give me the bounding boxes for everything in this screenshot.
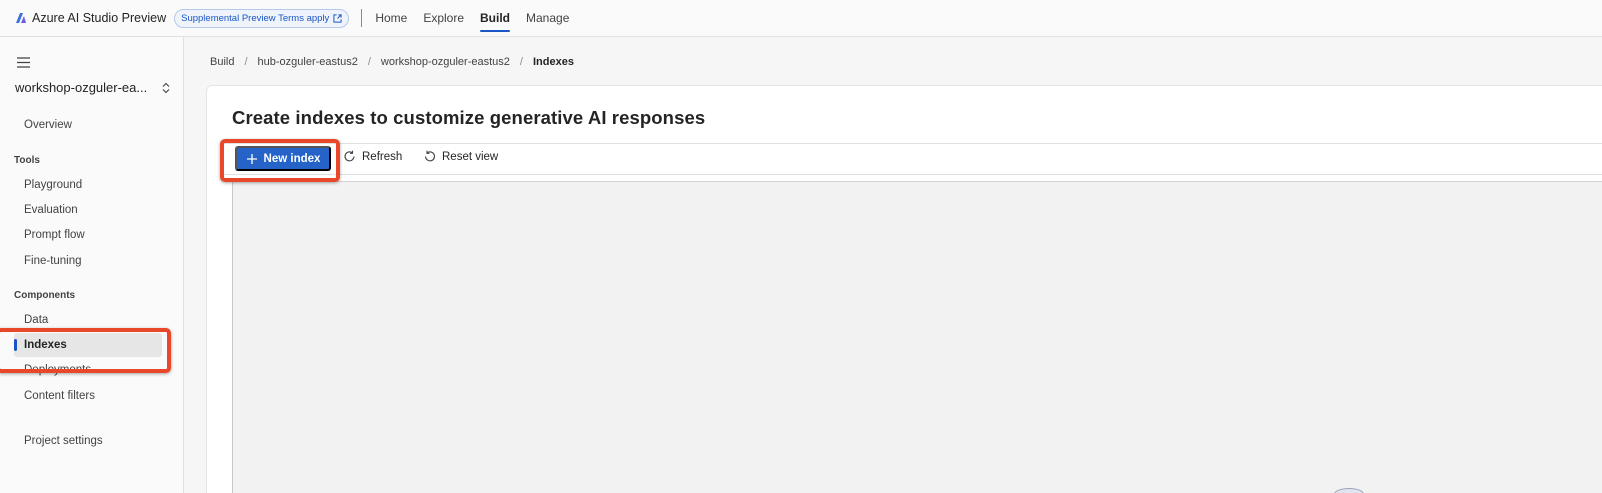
components-heading: Components bbox=[14, 290, 76, 301]
reset-view-label: Reset view bbox=[442, 150, 499, 163]
external-link-icon bbox=[333, 13, 342, 23]
reset-view-button[interactable]: Reset view bbox=[423, 150, 498, 163]
nav-build[interactable]: Build bbox=[473, 0, 517, 37]
refresh-button[interactable]: Refresh bbox=[343, 150, 402, 163]
terms-badge-label: Supplemental Preview Terms apply bbox=[181, 12, 330, 24]
page-title: Create indexes to customize generative A… bbox=[232, 107, 706, 128]
breadcrumb-hub[interactable]: hub-ozguler-eastus2 bbox=[258, 56, 358, 68]
project-name: workshop-ozguler-ea... bbox=[15, 80, 148, 95]
tools-heading: Tools bbox=[14, 155, 40, 166]
sidebar-item-project-settings[interactable]: Project settings bbox=[24, 435, 103, 447]
indexes-highlight bbox=[0, 328, 171, 373]
breadcrumb-separator: / bbox=[244, 56, 248, 68]
index-list-area bbox=[232, 181, 1602, 493]
sidebar-item-data[interactable]: Data bbox=[24, 314, 48, 326]
sidebar: workshop-ozguler-ea... Overview Tools Pl… bbox=[0, 37, 184, 493]
sidebar-item-playground[interactable]: Playground bbox=[24, 179, 82, 191]
nav-manage[interactable]: Manage bbox=[519, 0, 576, 37]
breadcrumb-current: Indexes bbox=[532, 56, 574, 68]
toolbar-divider-top bbox=[224, 143, 1602, 144]
app-title[interactable]: Azure AI Studio Preview bbox=[32, 11, 166, 25]
toolbar-divider-bottom bbox=[224, 174, 1602, 175]
breadcrumb-build[interactable]: Build bbox=[210, 56, 234, 68]
sidebar-item-content-filters[interactable]: Content filters bbox=[24, 390, 95, 402]
refresh-label: Refresh bbox=[362, 150, 403, 163]
top-nav: Home Explore Build Manage bbox=[368, 0, 578, 37]
sidebar-item-evaluation[interactable]: Evaluation bbox=[24, 204, 78, 216]
refresh-icon bbox=[344, 150, 355, 162]
chevron-up-down-icon bbox=[162, 82, 170, 93]
nav-explore[interactable]: Explore bbox=[416, 0, 471, 37]
top-bar: Azure AI Studio Preview Supplemental Pre… bbox=[0, 0, 1602, 37]
sidebar-item-fine-tuning[interactable]: Fine-tuning bbox=[24, 255, 82, 267]
azure-ai-logo-icon bbox=[16, 13, 26, 23]
reset-icon bbox=[424, 150, 436, 162]
new-index-highlight bbox=[220, 139, 340, 182]
project-switcher[interactable]: workshop-ozguler-ea... bbox=[15, 80, 170, 95]
breadcrumb-project[interactable]: workshop-ozguler-eastus2 bbox=[381, 56, 510, 68]
top-divider bbox=[361, 9, 363, 27]
breadcrumb-separator: / bbox=[367, 56, 371, 68]
sidebar-item-prompt-flow[interactable]: Prompt flow bbox=[24, 229, 85, 241]
breadcrumb-separator: / bbox=[519, 56, 523, 68]
hamburger-icon[interactable] bbox=[17, 57, 30, 68]
breadcrumb: Build / hub-ozguler-eastus2 / workshop-o… bbox=[210, 56, 574, 68]
sidebar-item-overview[interactable]: Overview bbox=[24, 119, 72, 131]
terms-badge[interactable]: Supplemental Preview Terms apply bbox=[174, 8, 350, 28]
nav-home[interactable]: Home bbox=[368, 0, 414, 37]
loading-shape bbox=[1334, 488, 1364, 493]
